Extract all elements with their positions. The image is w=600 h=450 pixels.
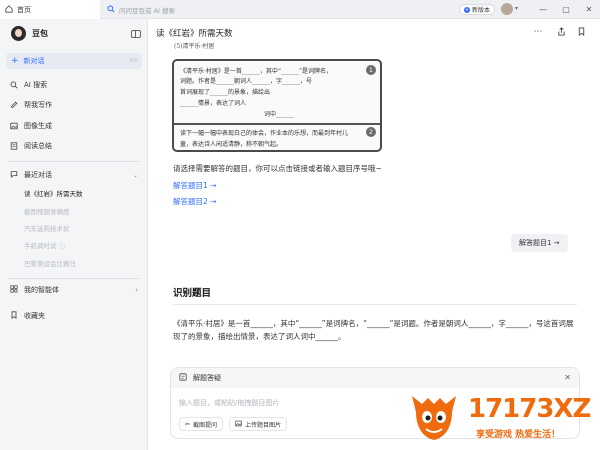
sidebar-item-writing[interactable]: 帮我写作 <box>10 99 52 111</box>
composer-title: 解题答疑 <box>193 374 221 382</box>
tab-home-label: 首页 <box>17 5 31 14</box>
sidebar-item-image-gen[interactable]: 图像生成 <box>10 120 52 132</box>
sidebar-item-reading[interactable]: 阅读总结 <box>10 140 52 152</box>
sidebar-item-label: 收藏夹 <box>24 312 45 320</box>
new-chat-label: 新对话 <box>23 57 45 65</box>
chip-label: 截图提问 <box>193 421 218 429</box>
book-icon <box>10 142 18 150</box>
chevron-down-icon[interactable]: ▾ <box>515 5 518 12</box>
maximize-icon[interactable]: ▢ <box>555 0 577 19</box>
user-avatar[interactable] <box>501 3 513 15</box>
mascot-logo-icon <box>412 396 456 440</box>
image-text-line: ______情景，表达了词人 <box>180 100 247 107</box>
divider <box>8 161 140 162</box>
divider <box>8 278 140 279</box>
bookmark-icon[interactable] <box>576 27 586 39</box>
image-text-line: 童，表达诗人闲适清静，称不朝气起。 <box>180 141 283 148</box>
sidebar-item-label: AI 搜索 <box>24 81 48 89</box>
scissors-icon: ✂ <box>185 420 191 428</box>
minimize-icon[interactable]: — <box>532 0 554 19</box>
conversation-item[interactable]: 汽车选购技术状 <box>24 224 70 235</box>
share-icon[interactable] <box>556 27 566 39</box>
image-text-line: 词中______ <box>264 111 295 118</box>
sidebar-item-label: 图像生成 <box>24 122 52 130</box>
image-text-crop: (5)清平乐·村居 <box>174 43 215 50</box>
answer-question-1-link[interactable]: 解答题目1 → <box>173 180 216 191</box>
brand-name: 豆包 <box>32 29 48 38</box>
section-title: 识别题目 <box>173 288 212 299</box>
new-chat-button[interactable]: + 新对话 ⌘K <box>6 53 142 69</box>
answer-question-2-link[interactable]: 解答题目2 → <box>173 196 216 207</box>
upload-image-button[interactable]: 上传题目图片 <box>229 417 288 431</box>
question-badge-2[interactable]: 2 <box>366 127 376 137</box>
message-input[interactable]: 输入题目，或粘贴/拖拽题目图片 <box>179 398 279 408</box>
image-text-line: 首词展现了______的景象，描绘出 <box>180 89 271 96</box>
solve-icon <box>179 373 187 383</box>
assistant-prompt: 请选择需要解答的题目，你可以点击链接或者输入题目序号哦~ <box>173 164 382 173</box>
sidebar-item-favorites[interactable]: 收藏夹 <box>10 311 45 321</box>
chip-label: 上传题目图片 <box>245 421 282 429</box>
recent-conversations-header[interactable]: 最近对话 ⌄ <box>10 170 138 180</box>
sidebar-toggle-icon[interactable] <box>131 30 141 38</box>
image-icon <box>10 122 18 130</box>
conversation-header: 读《红岩》所需天数 ⋯ <box>148 19 600 47</box>
sidebar-item-label: 我的智能体 <box>24 286 59 294</box>
question-image[interactable]: 《清平乐·村居》是一首______，其中“______”是词牌名， 词题。作者是… <box>172 59 382 152</box>
search-icon <box>10 81 18 89</box>
conversation-item[interactable]: 巴黎奥运会比赛日 <box>24 259 76 270</box>
page-title: 读《红岩》所需天数 <box>156 29 233 39</box>
question-badge-1[interactable]: 1 <box>366 65 376 75</box>
sidebar-item-label: 阅读总结 <box>24 142 52 150</box>
image-text-line: 词题。作者是______朝词人______，字______，号 <box>180 78 313 85</box>
new-version-button[interactable]: + 新版本 <box>459 4 496 15</box>
recent-label: 最近对话 <box>24 171 52 179</box>
divider <box>173 304 577 305</box>
agents-icon <box>10 285 18 295</box>
update-icon: + <box>464 6 470 13</box>
conversation-item[interactable]: 读《红岩》所需天数 <box>24 189 83 200</box>
top-search-input[interactable]: 问问豆包或 AI 搜索 <box>107 2 452 17</box>
conversation-body: (5)清平乐·村居 《清平乐·村居》是一首______，其中“______”是词… <box>170 43 580 406</box>
home-icon <box>5 4 13 15</box>
composer-header: 解题答疑 <box>171 368 579 388</box>
brand-avatar <box>11 26 26 41</box>
sidebar-item-my-agents[interactable]: 我的智能体 › <box>10 285 138 295</box>
watermark-logo: 17173XZ 享受游戏 热爱生活！ <box>406 388 596 446</box>
tab-home[interactable]: 首页 <box>0 0 100 19</box>
bookmark-icon <box>10 311 18 321</box>
recognized-question-text: 《清平乐·村居》是一首______，其中“______”是词牌名，“______… <box>173 319 574 341</box>
plus-icon: + <box>11 55 19 66</box>
search-placeholder: 问问豆包或 AI 搜索 <box>119 6 175 15</box>
image-text-line: 《清平乐·村居》是一首______，其中“______”是词牌名， <box>180 68 333 75</box>
sidebar: 豆包 + 新对话 ⌘K AI 搜索 帮我写作 图像生成 阅读总结 最近对话 ⌄ … <box>0 19 148 450</box>
conversation-item[interactable]: 截图搜题准确度 <box>24 207 70 218</box>
search-icon <box>107 4 115 15</box>
watermark-slogan: 享受游戏 热爱生活！ <box>476 430 561 440</box>
sidebar-item-label: 帮我写作 <box>24 101 52 109</box>
conversation-item[interactable]: 手机调时试 ⓘ <box>24 241 65 252</box>
pen-icon <box>10 101 18 109</box>
new-chat-shortcut: ⌘K <box>128 58 138 64</box>
more-icon[interactable]: ⋯ <box>533 27 543 37</box>
new-version-label: 新版本 <box>472 7 491 14</box>
brand[interactable]: 豆包 <box>11 26 48 41</box>
sidebar-item-ai-search[interactable]: AI 搜索 <box>10 79 47 91</box>
chevron-right-icon: › <box>135 286 138 294</box>
watermark-number: 17173XZ <box>468 394 591 424</box>
screenshot-question-button[interactable]: ✂ 截图提问 <box>179 417 224 431</box>
image-icon <box>235 420 242 429</box>
title-bar: 首页 问问豆包或 AI 搜索 + 新版本 ▾ — ▢ ✕ <box>0 0 600 19</box>
chat-bubble-icon <box>10 170 18 180</box>
image-divider <box>174 123 380 125</box>
answer-question-button[interactable]: 解答题目1 → <box>511 234 568 252</box>
close-icon[interactable]: ✕ <box>578 0 600 19</box>
close-icon[interactable]: ✕ <box>564 373 571 382</box>
image-text-line: 读下一幅一幅中表现白己的体会，作业本的乐想，而最到年村儿 <box>180 130 349 137</box>
chevron-down-icon[interactable]: ⌄ <box>133 172 138 179</box>
